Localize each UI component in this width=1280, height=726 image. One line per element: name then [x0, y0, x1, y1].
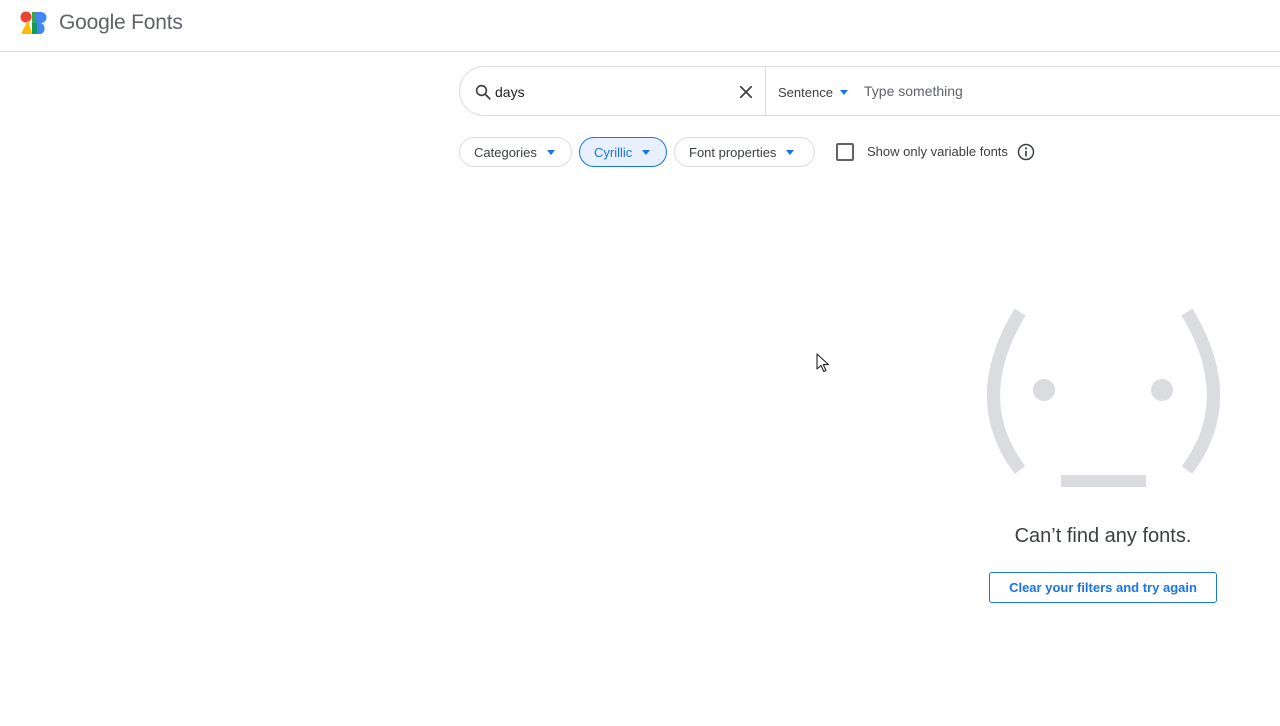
top-app-bar: Google Fonts	[0, 0, 1280, 52]
close-icon[interactable]	[737, 83, 755, 101]
search-input[interactable]	[495, 79, 725, 105]
info-icon[interactable]	[1016, 142, 1036, 162]
chip-label: Categories	[474, 144, 537, 160]
mouse-pointer-icon	[816, 353, 830, 373]
language-filter-chip[interactable]: Cyrillic	[579, 137, 667, 167]
search-icon	[475, 84, 491, 100]
brand-title[interactable]: Google Fonts	[59, 11, 183, 35]
clear-filters-button[interactable]: Clear your filters and try again	[989, 572, 1217, 603]
caret-down-icon	[839, 89, 848, 95]
caret-down-icon	[546, 149, 555, 155]
sad-face-emoticon-icon	[987, 308, 1220, 487]
categories-filter-chip[interactable]: Categories	[459, 137, 572, 167]
search-bar: Sentence	[459, 66, 1280, 116]
variable-fonts-checkbox[interactable]	[836, 143, 854, 161]
google-fonts-logo-icon[interactable]	[19, 11, 48, 35]
search-divider	[765, 67, 766, 115]
caret-down-icon	[786, 149, 795, 155]
variable-fonts-label[interactable]: Show only variable fonts	[867, 144, 1008, 160]
chip-label: Cyrillic	[594, 144, 633, 160]
preview-text-input[interactable]	[864, 79, 1264, 103]
empty-state-message: Can’t find any fonts.	[1014, 525, 1192, 547]
preview-mode-dropdown[interactable]: Sentence	[778, 83, 848, 101]
preview-mode-label: Sentence	[778, 84, 833, 100]
caret-down-icon	[642, 149, 651, 155]
chip-label: Font properties	[689, 144, 777, 160]
font-properties-filter-chip[interactable]: Font properties	[674, 137, 815, 167]
